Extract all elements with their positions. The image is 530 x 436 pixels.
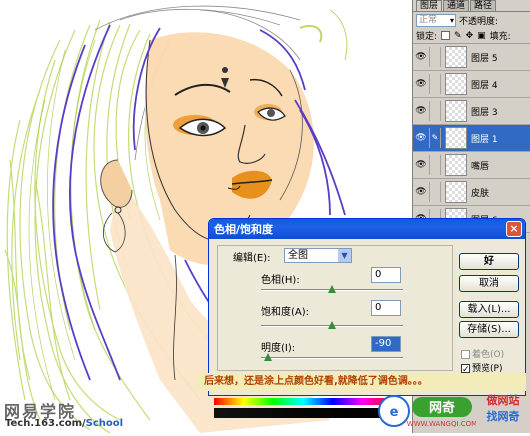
layer-name: 图层 1 (471, 134, 498, 145)
edit-label: 编辑(E): (233, 253, 271, 264)
saturation-label: 饱和度(A): (261, 307, 310, 318)
eye-icon[interactable]: 👁 (413, 187, 429, 197)
blend-mode-select[interactable]: 正常 (416, 13, 456, 27)
load-button[interactable]: 载入(L)... (459, 301, 519, 318)
layer-name: 图层 3 (471, 107, 498, 118)
lightness-input[interactable]: -90 (371, 336, 401, 352)
layer-thumbnail (445, 181, 467, 203)
site-logo-line1: 做网站 (486, 394, 520, 407)
ok-button[interactable]: 好 (459, 253, 519, 270)
layer-row[interactable]: 👁 图层 4 (413, 71, 530, 98)
layer-name: 嘴唇 (471, 161, 490, 172)
netease-url-school: School (85, 418, 124, 429)
link-slot[interactable] (429, 74, 441, 94)
eye-icon[interactable]: 👁 (413, 106, 429, 116)
layer-list: 👁图层 5👁图层 4👁图层 3👁✎图层 1👁嘴唇👁皮肤👁图层 6 (413, 44, 530, 233)
layer-row[interactable]: 👁 ✎ 图层 1 (413, 125, 530, 152)
lightness-slider-track[interactable] (261, 357, 403, 359)
panel-tabs: 图层 通道 路径 (413, 0, 530, 12)
saturation-input[interactable]: 0 (371, 300, 401, 316)
layer-thumbnail (445, 127, 467, 149)
chevron-down-icon: ▼ (338, 249, 351, 262)
tab-paths[interactable]: 路径 (470, 0, 497, 11)
layer-row[interactable]: 👁 图层 5 (413, 44, 530, 71)
edit-dropdown[interactable]: 全图 ▼ (284, 248, 352, 263)
link-slot[interactable] (429, 155, 441, 175)
edit-dropdown-value: 全图 (288, 250, 308, 261)
wangqi-text: 网奇 (429, 400, 455, 416)
tab-channels[interactable]: 通道 (443, 0, 470, 11)
eye-icon[interactable]: 👁 (413, 133, 429, 143)
link-slot[interactable] (429, 182, 441, 202)
brush-lock-icon[interactable]: ✎ (454, 31, 462, 41)
netease-url: Tech.163.com/School (5, 418, 123, 429)
eye-icon[interactable]: 👁 (413, 52, 429, 62)
lightness-label: 明度(I): (261, 343, 296, 354)
eye-icon[interactable]: 👁 (413, 160, 429, 170)
hue-label: 色相(H): (261, 275, 300, 286)
colorize-label: 着色(O) (472, 350, 505, 360)
hue-slider-handle[interactable] (328, 285, 336, 293)
link-slot[interactable] (429, 47, 441, 67)
lock-transparency-checkbox[interactable] (441, 31, 451, 40)
lock-row: 锁定: ✎ ✥ ▣ 填充: (413, 28, 530, 44)
layer-name: 图层 4 (471, 80, 498, 91)
tab-layers[interactable]: 图层 (416, 0, 443, 11)
layer-row[interactable]: 👁 图层 3 (413, 98, 530, 125)
netease-url-prefix: Tech.163.com/ (5, 418, 86, 429)
hue-saturation-dialog: 色相/饱和度 × 编辑(E): 全图 ▼ 色相(H): 0 饱和度(A): 0 … (208, 218, 526, 396)
layer-thumbnail (445, 100, 467, 122)
dialog-titlebar[interactable]: 色相/饱和度 × (209, 219, 525, 239)
eye-icon[interactable]: 👁 (413, 79, 429, 89)
layer-name: 图层 5 (471, 53, 498, 64)
layer-name: 皮肤 (471, 188, 490, 199)
site-logo: 做网站 找网奇 (477, 393, 529, 429)
colorize-checkbox[interactable]: 着色(O) (461, 347, 504, 360)
close-icon[interactable]: × (506, 221, 522, 237)
layer-thumbnail (445, 154, 467, 176)
tutorial-caption: 后来想，还是涂上点颜色好看,就降低了调色调。。。 (196, 373, 526, 391)
layer-thumbnail (445, 46, 467, 68)
hue-input[interactable]: 0 (371, 267, 401, 283)
save-button[interactable]: 存储(S)... (459, 321, 519, 338)
saturation-slider-handle[interactable] (328, 321, 336, 329)
link-slot[interactable] (429, 101, 441, 121)
layer-thumbnail (445, 73, 467, 95)
opacity-label: 不透明度: (459, 16, 499, 27)
lightness-slider-handle[interactable] (264, 353, 273, 361)
brush-icon[interactable]: ✎ (429, 128, 441, 148)
adjusted-spectrum-strip (214, 408, 392, 418)
layer-row[interactable]: 👁 嘴唇 (413, 152, 530, 179)
move-lock-icon[interactable]: ✥ (466, 31, 474, 41)
wangqi-logo-graphic: e 网奇 WWW.WANGQI.COM (378, 395, 477, 428)
svg-text:e: e (390, 405, 399, 420)
dialog-title: 色相/饱和度 (214, 223, 274, 236)
lock-all-icon[interactable]: ▣ (477, 31, 486, 41)
wangqi-url: WWW.WANGQI.COM (407, 420, 476, 428)
cancel-button[interactable]: 取消 (459, 275, 519, 292)
blend-row: 正常 不透明度: (413, 12, 530, 28)
lock-label: 锁定: (416, 32, 438, 42)
fill-label: 填充: (489, 32, 511, 42)
hue-spectrum-strip (214, 398, 392, 405)
layer-row[interactable]: 👁 皮肤 (413, 179, 530, 206)
site-logo-line2: 找网奇 (486, 410, 520, 423)
wangqi-logo: e 网奇 WWW.WANGQI.COM (376, 393, 477, 429)
